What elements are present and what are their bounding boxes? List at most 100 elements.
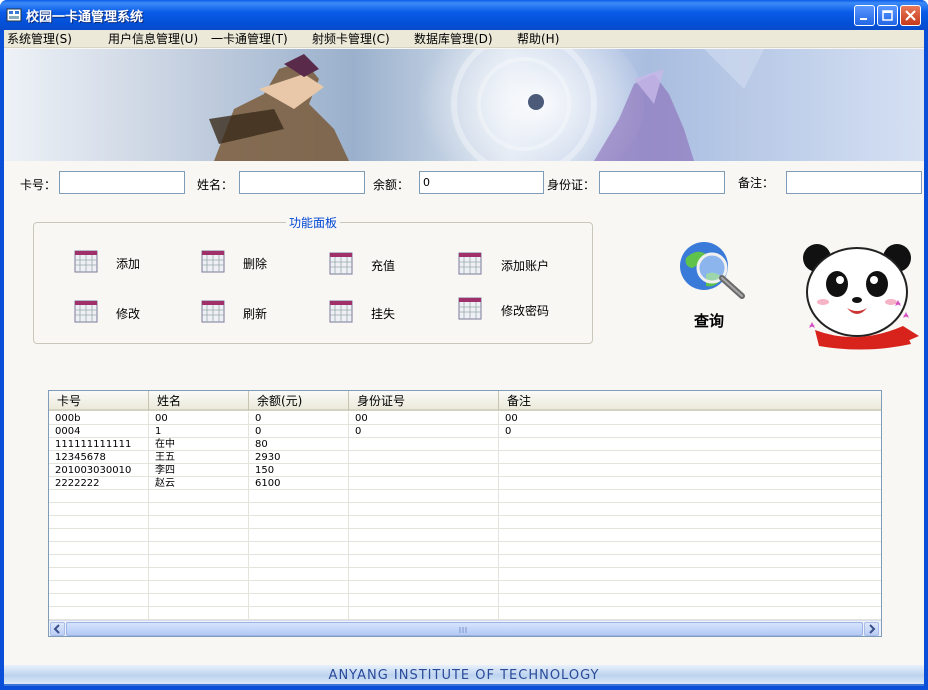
table-cell bbox=[249, 581, 349, 594]
table-cell bbox=[149, 581, 249, 594]
maximize-button[interactable] bbox=[877, 5, 898, 26]
card-input[interactable] bbox=[59, 171, 185, 194]
table-row[interactable] bbox=[49, 490, 881, 503]
search-button-label: 查询 bbox=[694, 312, 725, 330]
table-row[interactable] bbox=[49, 607, 881, 620]
table-cell bbox=[499, 503, 881, 516]
scroll-left-arrow[interactable] bbox=[50, 622, 65, 636]
table-cell bbox=[499, 438, 881, 451]
table-cell bbox=[349, 438, 499, 451]
menu-user-info[interactable]: 用户信息管理(U) bbox=[105, 31, 201, 47]
function-panel bbox=[33, 222, 593, 344]
table-row[interactable]: 2222222 赵云 6100 bbox=[49, 477, 881, 490]
card-table[interactable]: 卡号 姓名 余额(元) 身份证号 备注 000b 00 0 00 00 0004 1 0 0 0 1… bbox=[48, 390, 882, 637]
table-cell bbox=[149, 490, 249, 503]
table-cell bbox=[349, 490, 499, 503]
table-row[interactable] bbox=[49, 555, 881, 568]
calendar-icon bbox=[201, 300, 225, 323]
table-cell bbox=[499, 555, 881, 568]
table-row[interactable] bbox=[49, 581, 881, 594]
table-cell bbox=[149, 555, 249, 568]
magnifier-globe-icon bbox=[680, 242, 745, 299]
minimize-button[interactable] bbox=[854, 5, 875, 26]
table-row[interactable] bbox=[49, 542, 881, 555]
grip-icon bbox=[459, 627, 467, 633]
table-cell bbox=[49, 529, 149, 542]
menu-rfid[interactable]: 射频卡管理(C) bbox=[309, 31, 393, 47]
table-cell: 12345678 bbox=[49, 451, 149, 464]
table-cell: 李四 bbox=[149, 464, 249, 477]
table-cell bbox=[49, 503, 149, 516]
table-cell bbox=[349, 516, 499, 529]
delete-button-label: 删除 bbox=[243, 257, 268, 271]
column-header-balance[interactable]: 余额(元) bbox=[249, 391, 349, 411]
table-cell: 赵云 bbox=[149, 477, 249, 490]
table-cell: 00 bbox=[149, 412, 249, 425]
close-button[interactable] bbox=[900, 5, 921, 26]
menu-card[interactable]: 一卡通管理(T) bbox=[208, 31, 291, 47]
table-cell bbox=[149, 542, 249, 555]
table-cell bbox=[49, 594, 149, 607]
column-header-id[interactable]: 身份证号 bbox=[349, 391, 499, 411]
minimize-icon bbox=[860, 18, 867, 20]
maximize-icon bbox=[882, 10, 893, 21]
menu-database[interactable]: 数据库管理(D) bbox=[411, 31, 496, 47]
menu-system[interactable]: 系统管理(S) bbox=[4, 31, 75, 47]
balance-input[interactable]: 0 bbox=[419, 171, 544, 194]
table-cell bbox=[249, 503, 349, 516]
table-cell bbox=[249, 542, 349, 555]
column-header-name[interactable]: 姓名 bbox=[149, 391, 249, 411]
chevron-right-icon bbox=[869, 624, 876, 634]
table-row[interactable]: 111111111111 在中 80 bbox=[49, 438, 881, 451]
add-button-label: 添加 bbox=[116, 257, 141, 271]
table-cell bbox=[49, 490, 149, 503]
table-row[interactable]: 0004 1 0 0 0 bbox=[49, 425, 881, 438]
recharge-button-label: 充值 bbox=[371, 259, 396, 273]
title-bar[interactable]: 校园一卡通管理系统 bbox=[0, 0, 928, 30]
table-cell: 0 bbox=[505, 426, 512, 437]
table-row[interactable]: 000b 00 0 00 00 bbox=[49, 412, 881, 425]
table-cell bbox=[499, 568, 881, 581]
table-cell bbox=[349, 594, 499, 607]
change-password-button-label: 修改密码 bbox=[501, 304, 550, 318]
table-row[interactable]: 12345678 王五 2930 bbox=[49, 451, 881, 464]
table-row[interactable] bbox=[49, 594, 881, 607]
horizontal-scrollbar[interactable] bbox=[49, 620, 881, 636]
table-cell bbox=[249, 607, 349, 620]
panda-mascot-image bbox=[803, 244, 919, 350]
table-cell bbox=[49, 542, 149, 555]
menu-bar: 系统管理(S) 用户信息管理(U) 一卡通管理(T) 射频卡管理(C) 数据库管… bbox=[4, 30, 924, 48]
modify-button-label: 修改 bbox=[116, 307, 141, 321]
footer-text: ANYANG INSTITUTE OF TECHNOLOGY bbox=[328, 668, 600, 683]
name-label: 姓名： bbox=[197, 178, 234, 192]
calendar-icon bbox=[74, 300, 98, 323]
table-cell bbox=[499, 516, 881, 529]
table-cell bbox=[349, 568, 499, 581]
table-row[interactable]: 201003030010 李四 150 bbox=[49, 464, 881, 477]
table-row[interactable] bbox=[49, 503, 881, 516]
table-cell: 0 bbox=[249, 412, 349, 425]
table-cell bbox=[499, 490, 881, 503]
menu-help[interactable]: 帮助(H) bbox=[514, 31, 562, 47]
table-row[interactable] bbox=[49, 516, 881, 529]
table-cell bbox=[149, 516, 249, 529]
table-row[interactable] bbox=[49, 529, 881, 542]
table-cell: 00 bbox=[505, 413, 518, 424]
client-area: 系统管理(S) 用户信息管理(U) 一卡通管理(T) 射频卡管理(C) 数据库管… bbox=[4, 30, 924, 686]
table-cell bbox=[249, 568, 349, 581]
table-cell bbox=[349, 607, 499, 620]
table-cell bbox=[499, 542, 881, 555]
calendar-icon bbox=[201, 250, 225, 273]
note-input[interactable] bbox=[786, 171, 922, 194]
table-row[interactable] bbox=[49, 568, 881, 581]
scrollbar-thumb[interactable] bbox=[66, 622, 863, 636]
table-cell bbox=[149, 568, 249, 581]
column-header-note[interactable]: 备注 bbox=[499, 391, 881, 411]
card-label: 卡号： bbox=[20, 178, 57, 192]
table-cell bbox=[149, 529, 249, 542]
name-input[interactable] bbox=[239, 171, 365, 194]
app-window: 校园一卡通管理系统 系统管理(S) 用户信息管理(U) 一卡通管理(T) 射频卡… bbox=[0, 0, 928, 690]
scroll-right-arrow[interactable] bbox=[864, 622, 879, 636]
column-header-card[interactable]: 卡号 bbox=[49, 391, 149, 411]
id-input[interactable] bbox=[599, 171, 725, 194]
